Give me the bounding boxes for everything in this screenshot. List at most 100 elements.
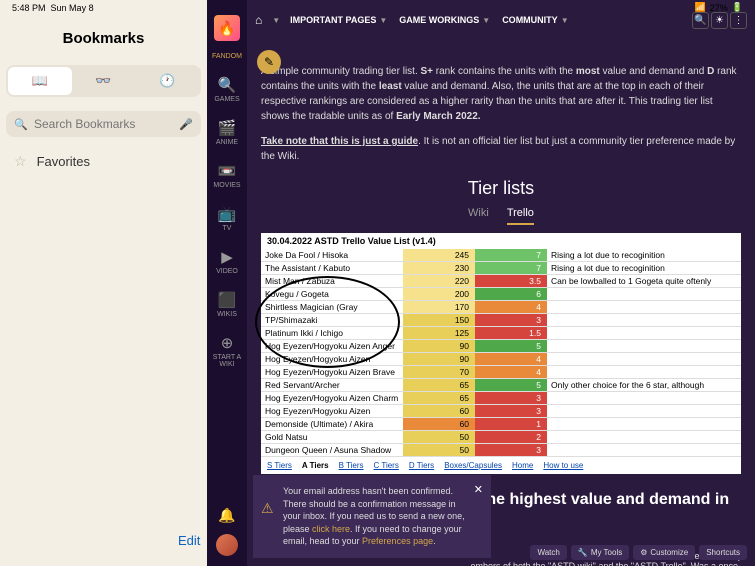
search-input[interactable] — [6, 111, 201, 137]
bookmarks-segment[interactable]: 📖 👓 🕐 — [6, 65, 201, 97]
fandom-rail: 🔥 FANDOM 🔍GAMES 🎬ANIME 📼MOVIES 📺TV ▶VIDE… — [207, 0, 247, 566]
sheet-link[interactable]: Boxes/Capsules — [444, 461, 502, 470]
rail-video[interactable]: ▶VIDEO — [207, 244, 247, 279]
demand-cell: 3 — [475, 405, 547, 417]
click-here-link[interactable]: click here — [312, 524, 350, 534]
note-cell — [547, 366, 741, 378]
value-cell: 220 — [403, 275, 475, 287]
warning-icon: ⚠ — [261, 499, 274, 519]
table-row: Shirtless Magician (Gray Fullbuster)1704 — [261, 301, 741, 314]
unit-cell: Hog Eyezen/Hogyoku Aizen Brave — [261, 366, 403, 378]
unit-cell: Platinum Ikki / Ichigo — [261, 327, 403, 339]
sheet-link[interactable]: C Tiers — [374, 461, 399, 470]
demand-cell: 1 — [475, 418, 547, 430]
demand-cell: 4 — [475, 301, 547, 313]
unit-cell: Hog Eyezen/Hogyoku Aizen Intellect — [261, 405, 403, 417]
battery-pct: 27% — [710, 3, 728, 13]
status-date: Sun May 8 — [51, 3, 94, 13]
table-row: Kovegu / Gogeta2006 — [261, 288, 741, 301]
sheet-link[interactable]: Home — [512, 461, 533, 470]
tv-icon: 📺 — [207, 205, 247, 223]
table-row: Hog Eyezen/Hogyoku Aizen Brave704 — [261, 366, 741, 379]
value-cell: 245 — [403, 249, 475, 261]
rail-start-wiki[interactable]: ⊕START A WIKI — [207, 330, 247, 372]
nav-workings[interactable]: GAME WORKINGS ▼ — [399, 15, 490, 25]
value-cell: 90 — [403, 340, 475, 352]
home-icon[interactable]: ⌂ — [255, 13, 262, 27]
value-cell: 125 — [403, 327, 475, 339]
sheet-link[interactable]: A Tiers — [302, 461, 329, 470]
status-time: 5:48 PM — [12, 3, 46, 13]
seg-book-icon[interactable]: 📖 — [8, 67, 72, 95]
customize-button[interactable]: ⚙ Customize — [633, 545, 695, 560]
value-cell: 50 — [403, 431, 475, 443]
wifi-icon: 📶 — [695, 2, 706, 13]
rail-tv[interactable]: 📺TV — [207, 201, 247, 236]
sheet-links: S Tiers A Tiers B Tiers C Tiers D Tiers Boxes… — [261, 457, 741, 474]
unit-cell: Dungeon Queen / Asuna Shadow — [261, 444, 403, 456]
table-row: Platinum Ikki / Ichigo1251.5 — [261, 327, 741, 340]
demand-cell: 3 — [475, 444, 547, 456]
rail-games[interactable]: 🔍GAMES — [207, 72, 247, 107]
note-text: Take note that this is just a guide. It … — [261, 134, 741, 164]
mic-icon[interactable]: 🎤 — [179, 118, 193, 131]
note-cell — [547, 314, 741, 326]
watch-button[interactable]: Watch — [530, 545, 566, 560]
demand-cell: 4 — [475, 366, 547, 378]
bottom-toolbar: Watch 🔧 My Tools ⚙ Customize Shortcuts — [530, 545, 747, 560]
tab-trello[interactable]: Trello — [507, 207, 534, 225]
battery-icon: 🔋 — [732, 2, 743, 13]
movies-icon: 📼 — [207, 162, 247, 180]
plus-icon: ⊕ — [207, 334, 247, 352]
bell-icon[interactable]: 🔔 — [218, 507, 235, 524]
value-cell: 170 — [403, 301, 475, 313]
demand-cell: 3 — [475, 314, 547, 326]
preferences-link[interactable]: Preferences page — [362, 536, 433, 546]
value-cell: 200 — [403, 288, 475, 300]
wikis-icon: ⬛ — [207, 291, 247, 309]
chevron-down-icon: ▼ — [272, 16, 280, 25]
tab-wiki[interactable]: Wiki — [468, 207, 489, 225]
table-row: Hog Eyezen/Hogyoku Aizen Anger905 — [261, 340, 741, 353]
sheet-link[interactable]: How to use — [543, 461, 583, 470]
demand-cell: 4 — [475, 353, 547, 365]
table-row: Mist Man / Zabuza2203.5Can be lowballed … — [261, 275, 741, 288]
rail-anime[interactable]: 🎬ANIME — [207, 115, 247, 150]
note-cell — [547, 431, 741, 443]
table-row: Demonside (Ultimate) / Akira601 — [261, 418, 741, 431]
value-cell: 230 — [403, 262, 475, 274]
rail-movies[interactable]: 📼MOVIES — [207, 158, 247, 193]
unit-cell: Hog Eyezen/Hogyoku Aizen (NORMAL) — [261, 353, 403, 365]
table-row: Hog Eyezen/Hogyoku Aizen Charm653 — [261, 392, 741, 405]
close-icon[interactable]: ✕ — [474, 483, 483, 498]
table-row: Red Servant/Archer655Only other choice f… — [261, 379, 741, 392]
unit-cell: Kovegu / Gogeta — [261, 288, 403, 300]
value-cell: 65 — [403, 392, 475, 404]
fandom-logo[interactable]: 🔥 — [214, 15, 240, 41]
note-cell: Only other choice for the 6 star, althou… — [547, 379, 741, 391]
edit-button[interactable]: Edit — [178, 533, 200, 548]
sheet-link[interactable]: B Tiers — [339, 461, 364, 470]
avatar[interactable] — [216, 534, 238, 556]
note-cell — [547, 301, 741, 313]
sheet-link[interactable]: D Tiers — [409, 461, 434, 470]
demand-cell: 1.5 — [475, 327, 547, 339]
table-row: Joke Da Fool / Hisoka2457Rising a lot du… — [261, 249, 741, 262]
shortcuts-button[interactable]: Shortcuts — [699, 545, 747, 560]
nav-community[interactable]: COMMUNITY ▼ — [502, 15, 568, 25]
value-sheet: 30.04.2022 ASTD Trello Value List (v1.4)… — [261, 233, 741, 474]
sheet-link[interactable]: S Tiers — [267, 461, 292, 470]
rail-wikis[interactable]: ⬛WIKIS — [207, 287, 247, 322]
seg-clock-icon[interactable]: 🕐 — [135, 67, 199, 95]
note-cell — [547, 444, 741, 456]
seg-glasses-icon[interactable]: 👓 — [72, 67, 136, 95]
edit-page-button[interactable]: ✎ — [257, 50, 281, 74]
mytools-button[interactable]: 🔧 My Tools — [571, 545, 629, 560]
nav-important[interactable]: IMPORTANT PAGES ▼ — [290, 15, 387, 25]
table-row: TP/Shimazaki1503 — [261, 314, 741, 327]
intro-text: A simple community trading tier list. S+… — [261, 64, 741, 124]
unit-cell: Demonside (Ultimate) / Akira — [261, 418, 403, 430]
table-row: The Assistant / Kabuto2307Rising a lot d… — [261, 262, 741, 275]
favorites-row[interactable]: ☆ Favorites — [0, 143, 207, 180]
unit-cell: Mist Man / Zabuza — [261, 275, 403, 287]
